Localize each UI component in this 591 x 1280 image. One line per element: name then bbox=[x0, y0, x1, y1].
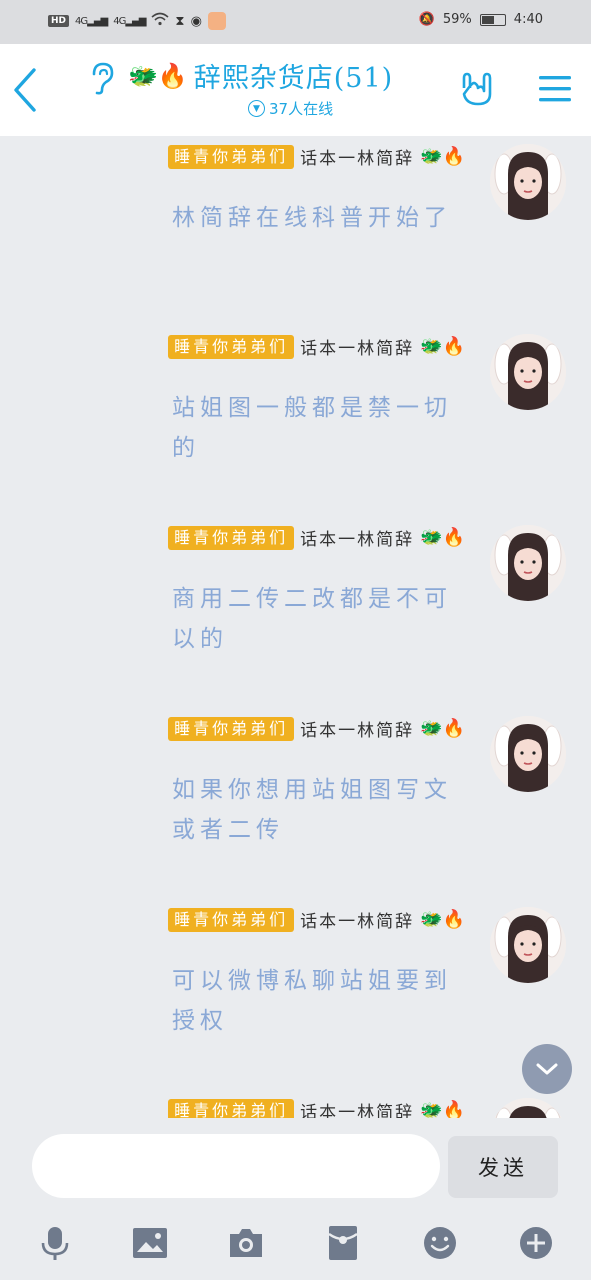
message-meta: 睡青你弟弟们 话本一林简辞 🐲🔥 bbox=[168, 907, 465, 932]
message-item: 睡青你弟弟们 话本一林简辞 🐲🔥 如果你想用站姐图写文或者二传 bbox=[0, 708, 591, 898]
red-packet-icon[interactable] bbox=[324, 1224, 362, 1262]
hd-badge: HD bbox=[48, 15, 70, 27]
sender-name[interactable]: 话本一林简辞 bbox=[300, 334, 414, 359]
member-title-badge: 睡青你弟弟们 bbox=[168, 525, 295, 550]
member-title-badge: 睡青你弟弟们 bbox=[168, 907, 295, 932]
scroll-to-bottom-button[interactable] bbox=[522, 1044, 572, 1094]
sender-name[interactable]: 话本一林简辞 bbox=[300, 144, 414, 169]
dragon-fire-icon: 🐲🔥 bbox=[420, 146, 465, 167]
emoji-icon[interactable] bbox=[421, 1224, 459, 1262]
avatar[interactable] bbox=[490, 144, 566, 220]
battery-percent: 59% bbox=[442, 12, 472, 27]
netease-icon: ◉ bbox=[190, 13, 202, 29]
message-list[interactable]: 睡青你弟弟们 话本一林简辞 🐲🔥 林简辞在线科普开始了 睡青你弟弟们 话本一林简辞 🐲🔥 站… bbox=[0, 136, 591, 1118]
dragon-fire-icon: 🐲🔥 bbox=[420, 336, 465, 357]
menu-icon[interactable] bbox=[538, 74, 572, 104]
member-title-badge: 睡青你弟弟们 bbox=[168, 1098, 295, 1118]
plus-icon[interactable] bbox=[517, 1224, 555, 1262]
dragon-fire-icon: 🐲🔥 bbox=[128, 61, 188, 90]
sender-name[interactable]: 话本一林简辞 bbox=[300, 907, 414, 932]
message-input[interactable] bbox=[32, 1134, 440, 1198]
message-text[interactable]: 如果你想用站姐图写文或者二传 bbox=[172, 770, 462, 850]
message-item: 睡青你弟弟们 话本一林简辞 🐲🔥 可以微博私聊站姐要到授权 bbox=[0, 899, 591, 1089]
message-text[interactable]: 站姐图一般都是禁一切的 bbox=[172, 388, 462, 468]
input-bar: 发送 bbox=[0, 1118, 591, 1208]
member-title-badge: 睡青你弟弟们 bbox=[168, 716, 295, 741]
avatar[interactable] bbox=[490, 1098, 566, 1118]
group-title: 辞熙杂货店(51) bbox=[193, 63, 394, 94]
sender-name[interactable]: 话本一林简辞 bbox=[300, 1098, 414, 1118]
group-title-row[interactable]: 🐲🔥 辞熙杂货店(51) bbox=[128, 56, 393, 95]
send-button[interactable]: 发送 bbox=[448, 1136, 558, 1198]
avatar[interactable] bbox=[490, 907, 566, 983]
back-button[interactable] bbox=[6, 62, 50, 118]
app-notification-icon bbox=[207, 12, 226, 30]
microphone-icon[interactable] bbox=[36, 1224, 74, 1262]
message-text[interactable]: 可以微博私聊站姐要到授权 bbox=[172, 961, 462, 1041]
message-text[interactable]: 林简辞在线科普开始了 bbox=[172, 198, 462, 238]
message-item: 睡青你弟弟们 话本一林简辞 🐲🔥 bbox=[0, 1090, 591, 1118]
hand-gesture-icon[interactable] bbox=[458, 70, 494, 108]
member-title-badge: 睡青你弟弟们 bbox=[168, 144, 295, 169]
ear-icon[interactable] bbox=[88, 62, 116, 96]
status-right: 🔕 59% 4:40 bbox=[419, 12, 543, 27]
chevron-down-icon bbox=[536, 1063, 558, 1075]
wifi-icon bbox=[151, 12, 169, 30]
sender-name[interactable]: 话本一林简辞 bbox=[300, 525, 414, 550]
message-item: 睡青你弟弟们 话本一林简辞 🐲🔥 林简辞在线科普开始了 bbox=[0, 136, 591, 326]
dragon-fire-icon: 🐲🔥 bbox=[420, 718, 465, 739]
message-text[interactable]: 商用二传二改都是不可以的 bbox=[172, 579, 462, 659]
chat-header: 🐲🔥 辞熙杂货店(51) ▼ 37人在线 bbox=[0, 44, 591, 136]
dragon-fire-icon: 🐲🔥 bbox=[420, 1100, 465, 1118]
bottom-toolbar bbox=[0, 1208, 591, 1280]
chevron-down-icon: ▼ bbox=[248, 100, 265, 117]
image-icon[interactable] bbox=[131, 1224, 169, 1262]
message-item: 睡青你弟弟们 话本一林简辞 🐲🔥 商用二传二改都是不可以的 bbox=[0, 517, 591, 707]
back-arrow-icon bbox=[14, 68, 36, 112]
message-item: 睡青你弟弟们 话本一林简辞 🐲🔥 站姐图一般都是禁一切的 bbox=[0, 326, 591, 516]
battery-icon bbox=[479, 13, 506, 26]
avatar[interactable] bbox=[490, 716, 566, 792]
hourglass-icon: ⧗ bbox=[175, 13, 185, 29]
online-count-label: 37人在线 bbox=[269, 100, 334, 118]
status-left: HD 4G▂▄▆ 4G▂▄▆ ⧗ ◉ bbox=[48, 12, 226, 30]
avatar[interactable] bbox=[490, 525, 566, 601]
status-bar: HD 4G▂▄▆ 4G▂▄▆ ⧗ ◉ 🔕 59% 4:40 bbox=[0, 0, 591, 44]
message-meta: 睡青你弟弟们 话本一林简辞 🐲🔥 bbox=[168, 1098, 465, 1118]
clock: 4:40 bbox=[513, 12, 543, 27]
signal-4g-1: 4G▂▄▆ bbox=[75, 15, 108, 27]
mute-bell-icon: 🔕 bbox=[418, 12, 435, 27]
message-meta: 睡青你弟弟们 话本一林简辞 🐲🔥 bbox=[168, 144, 465, 169]
sender-name[interactable]: 话本一林简辞 bbox=[300, 716, 414, 741]
message-meta: 睡青你弟弟们 话本一林简辞 🐲🔥 bbox=[168, 716, 465, 741]
camera-icon[interactable] bbox=[227, 1224, 265, 1262]
avatar[interactable] bbox=[490, 334, 566, 410]
member-title-badge: 睡青你弟弟们 bbox=[168, 334, 295, 359]
dragon-fire-icon: 🐲🔥 bbox=[420, 527, 465, 548]
signal-4g-2: 4G▂▄▆ bbox=[113, 15, 146, 27]
online-count[interactable]: ▼ 37人在线 bbox=[248, 98, 333, 119]
message-meta: 睡青你弟弟们 话本一林简辞 🐲🔥 bbox=[168, 525, 465, 550]
message-meta: 睡青你弟弟们 话本一林简辞 🐲🔥 bbox=[168, 334, 465, 359]
dragon-fire-icon: 🐲🔥 bbox=[420, 909, 465, 930]
